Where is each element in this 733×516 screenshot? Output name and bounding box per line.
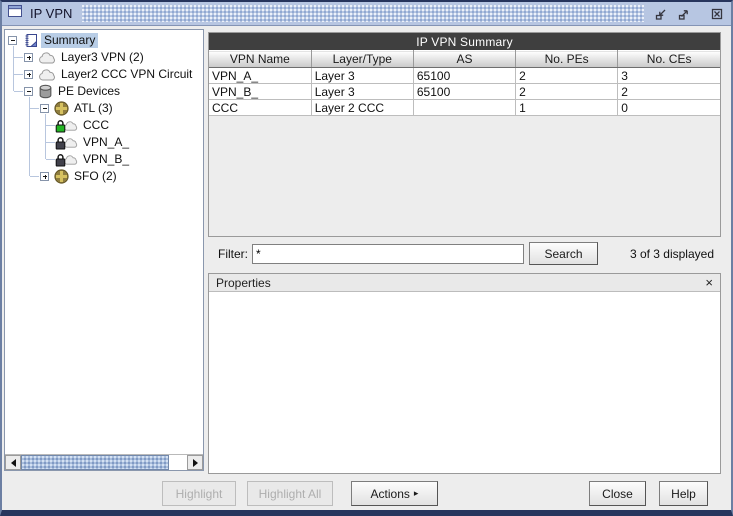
filter-bar: Filter: Search 3 of 3 displayed bbox=[208, 240, 721, 267]
ip-vpn-window: IP VPN Summary Layer3 VPN (2) Layer2 CCC… bbox=[0, 0, 733, 516]
tree-item-atl-3[interactable]: ATL (3) bbox=[5, 100, 203, 117]
vpn-tree-panel: Summary Layer3 VPN (2) Layer2 CCC VPN Circ… bbox=[4, 29, 204, 471]
table-cell: Layer 3 bbox=[311, 67, 414, 84]
tree-item-vpn-b[interactable]: VPN_B_ bbox=[5, 151, 203, 168]
button-label: Actions bbox=[370, 486, 410, 501]
tree-item-pe-devices[interactable]: PE Devices bbox=[5, 83, 203, 100]
tree-item-layer3-vpn-2[interactable]: Layer3 VPN (2) bbox=[5, 49, 203, 66]
expand-icon[interactable] bbox=[24, 70, 33, 79]
minimize-icon[interactable] bbox=[652, 6, 670, 22]
button-label: Help bbox=[671, 486, 696, 501]
table-cell: 1 bbox=[515, 99, 619, 116]
filter-status: 3 of 3 displayed bbox=[629, 246, 714, 261]
scroll-right-icon[interactable] bbox=[187, 455, 203, 470]
table-cell bbox=[413, 99, 517, 116]
expand-icon[interactable] bbox=[40, 172, 49, 181]
router-icon bbox=[54, 101, 69, 116]
table-header-row: VPN Name Layer/Type AS No. PEs No. CEs bbox=[209, 50, 720, 68]
close-icon[interactable] bbox=[708, 6, 726, 22]
table-cell: VPN_A_ bbox=[209, 67, 312, 84]
close-button[interactable]: Close bbox=[589, 481, 646, 506]
table-cell: 0 bbox=[617, 99, 720, 116]
table-row[interactable]: VPN_A_ Layer 3 65100 2 3 bbox=[209, 67, 720, 84]
tree-item-label: Layer2 CCC VPN Circuit bbox=[61, 67, 193, 81]
button-label: Highlight bbox=[175, 486, 223, 501]
filter-label: Filter: bbox=[218, 246, 248, 261]
summary-table-panel: IP VPN Summary VPN Name Layer/Type AS No. P… bbox=[208, 32, 721, 237]
properties-title: Properties bbox=[216, 275, 271, 290]
tree-item-label: CCC bbox=[83, 118, 109, 132]
highlight-button[interactable]: Highlight bbox=[162, 481, 236, 506]
table-body: VPN_A_ Layer 3 65100 2 3 VPN_B_ Layer 3 65100 2 2… bbox=[209, 67, 720, 116]
scrollbar-track[interactable] bbox=[21, 455, 187, 470]
tree-item-sfo-2[interactable]: SFO (2) bbox=[5, 168, 203, 185]
scroll-left-icon[interactable] bbox=[5, 455, 21, 470]
collapse-icon[interactable] bbox=[8, 36, 17, 45]
maximize-icon[interactable] bbox=[675, 6, 693, 22]
tree-item-summary[interactable]: Summary bbox=[5, 32, 203, 49]
tree-item-label: ATL (3) bbox=[74, 101, 113, 115]
table-cell: 65100 bbox=[413, 67, 517, 84]
filter-input[interactable] bbox=[252, 243, 524, 264]
table-cell: 2 bbox=[617, 83, 720, 100]
summary-table: VPN Name Layer/Type AS No. PEs No. CEs VPN_A… bbox=[209, 50, 720, 116]
window-content: Summary Layer3 VPN (2) Layer2 CCC VPN Circ… bbox=[2, 26, 731, 510]
window-title: IP VPN bbox=[30, 6, 73, 21]
scrollbar-thumb[interactable] bbox=[21, 455, 169, 470]
tree-item-label: Layer3 VPN (2) bbox=[61, 50, 144, 64]
summary-icon bbox=[22, 33, 39, 48]
table-row[interactable]: CCC Layer 2 CCC 1 0 bbox=[209, 99, 720, 116]
properties-close-icon[interactable]: × bbox=[705, 276, 713, 289]
button-label: Highlight All bbox=[258, 486, 322, 501]
window-icon bbox=[7, 4, 23, 23]
titlebar-texture bbox=[82, 5, 644, 22]
table-cell: 3 bbox=[617, 67, 720, 84]
lock-green-icon bbox=[53, 119, 78, 133]
menu-arrow-icon: ▸ bbox=[413, 488, 419, 498]
actions-button[interactable]: Actions ▸ bbox=[351, 481, 438, 506]
tree-item-label: VPN_B_ bbox=[83, 152, 130, 166]
cloud-icon bbox=[38, 68, 56, 81]
collapse-icon[interactable] bbox=[24, 87, 33, 96]
table-row[interactable]: VPN_B_ Layer 3 65100 2 2 bbox=[209, 83, 720, 100]
database-icon bbox=[38, 84, 53, 99]
table-cell: 2 bbox=[515, 83, 619, 100]
tree-item-label: Summary bbox=[41, 33, 99, 48]
button-label: Close bbox=[602, 486, 633, 501]
table-cell: CCC bbox=[209, 99, 312, 116]
table-cell: 2 bbox=[515, 67, 619, 84]
search-button[interactable]: Search bbox=[529, 242, 598, 265]
lock-dark-icon bbox=[53, 136, 78, 150]
properties-header: Properties × bbox=[209, 274, 720, 292]
router-icon bbox=[54, 169, 69, 184]
tree-item-vpn-a[interactable]: VPN_A_ bbox=[5, 134, 203, 151]
tree-rows: Summary Layer3 VPN (2) Layer2 CCC VPN Circ… bbox=[5, 30, 203, 454]
tree-item-label: PE Devices bbox=[58, 84, 121, 98]
lock-dark-icon bbox=[53, 153, 78, 167]
tree-item-label: VPN_A_ bbox=[83, 135, 130, 149]
column-header[interactable]: AS bbox=[413, 50, 517, 68]
collapse-icon[interactable] bbox=[40, 104, 49, 113]
table-cell: Layer 3 bbox=[311, 83, 414, 100]
tree-item-label: SFO (2) bbox=[74, 169, 117, 183]
column-header[interactable]: No. PEs bbox=[515, 50, 619, 68]
table-cell: VPN_B_ bbox=[209, 83, 312, 100]
help-button[interactable]: Help bbox=[659, 481, 708, 506]
column-header[interactable]: VPN Name bbox=[209, 50, 312, 68]
table-cell: 65100 bbox=[413, 83, 517, 100]
highlight-all-button[interactable]: Highlight All bbox=[247, 481, 333, 506]
expand-icon[interactable] bbox=[24, 53, 33, 62]
cloud-icon bbox=[38, 51, 56, 64]
titlebar[interactable]: IP VPN bbox=[2, 2, 731, 26]
table-cell: Layer 2 CCC bbox=[311, 99, 414, 116]
summary-table-title: IP VPN Summary bbox=[209, 33, 720, 50]
tree-item-ccc[interactable]: CCC bbox=[5, 117, 203, 134]
tree-horizontal-scrollbar[interactable] bbox=[5, 454, 203, 470]
properties-panel: Properties × bbox=[208, 273, 721, 474]
column-header[interactable]: Layer/Type bbox=[311, 50, 414, 68]
tree-item-layer2-ccc-vpn-circuit[interactable]: Layer2 CCC VPN Circuit bbox=[5, 66, 203, 83]
column-header[interactable]: No. CEs bbox=[617, 50, 720, 68]
